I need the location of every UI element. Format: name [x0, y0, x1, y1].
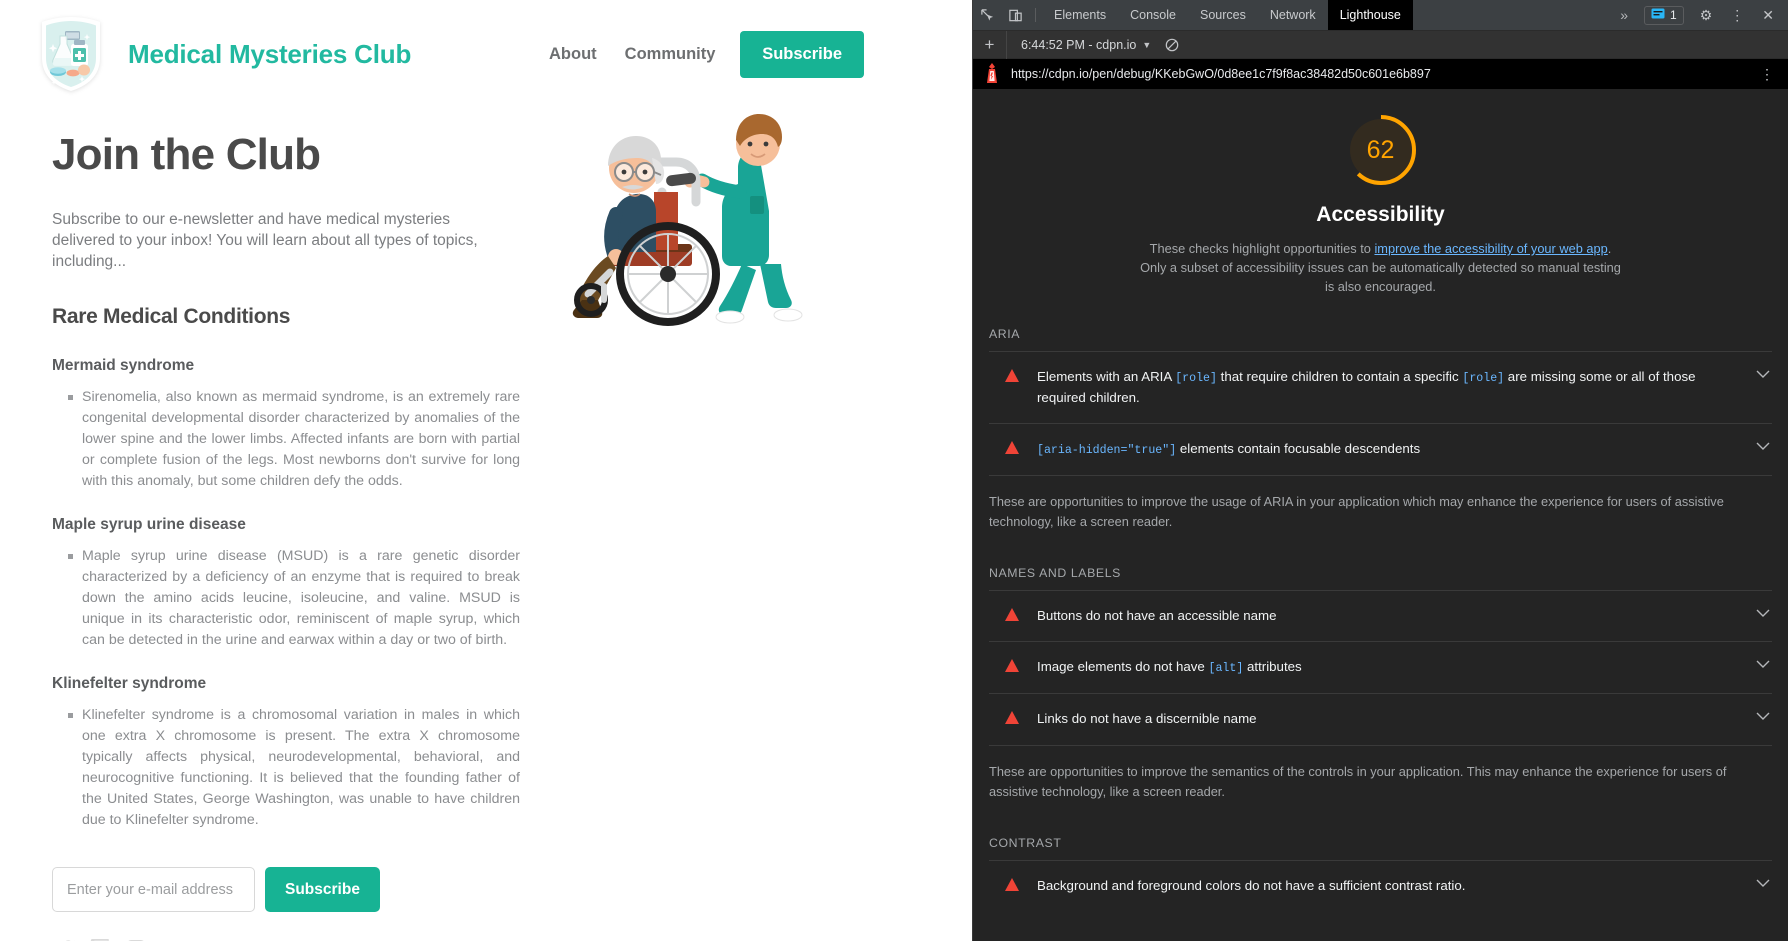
chevron-down-icon[interactable]	[1756, 609, 1770, 618]
new-report-button[interactable]: +	[973, 30, 1007, 59]
device-toolbar-icon[interactable]	[1001, 0, 1029, 30]
audit-text: Links do not have a discernible name	[1037, 711, 1257, 727]
screen: Medical Mysteries Club About Community D…	[0, 0, 1788, 941]
kebab-menu-icon[interactable]: ⋮	[1722, 7, 1752, 24]
audit-code: [alt]	[1208, 662, 1244, 676]
audit-row[interactable]: Links do not have a discernible name	[989, 693, 1772, 745]
section-title-names-and-labels: NAMES AND LABELS	[989, 565, 1121, 580]
nav-item-about[interactable]: About	[549, 45, 597, 64]
condition-block: Maple syrup urine disease Maple syrup ur…	[52, 516, 520, 651]
warning-triangle-icon	[1005, 711, 1019, 725]
score-gauge-wrap: 62 Accessibility These checks highlight …	[989, 89, 1772, 297]
tab-sources[interactable]: Sources	[1188, 0, 1258, 30]
gear-icon[interactable]: ⚙	[1692, 7, 1721, 24]
chevron-down-icon[interactable]	[1756, 442, 1770, 451]
accessibility-score: 62	[1366, 135, 1395, 164]
audit-title: Elements with an ARIA [role] that requir…	[1037, 367, 1738, 409]
chevron-down-icon[interactable]	[1756, 660, 1770, 669]
audit-row[interactable]: [aria-hidden="true"] elements contain fo…	[989, 423, 1772, 475]
audit-title: Image elements do not have [alt] attribu…	[1037, 657, 1738, 678]
issues-count: 1	[1670, 8, 1677, 22]
audit-text: elements contain focusable descendents	[1176, 441, 1421, 457]
condition-body: Sirenomelia, also known as mermaid syndr…	[68, 387, 520, 492]
subscribe-header-button[interactable]: Subscribe	[740, 31, 864, 78]
condition-body: Klinefelter syndrome is a chromosomal va…	[68, 705, 520, 831]
category-description: These checks highlight opportunities to …	[1136, 239, 1626, 297]
kebab-menu-icon[interactable]: ⋮	[1752, 66, 1782, 83]
condition-title: Klinefelter syndrome	[52, 674, 207, 692]
website-viewport: Medical Mysteries Club About Community D…	[0, 0, 972, 941]
email-input[interactable]	[52, 867, 255, 913]
warning-triangle-icon	[1005, 607, 1019, 621]
lighthouse-toolbar: + 6:44:52 PM - cdpn.io ▼	[973, 30, 1788, 59]
audit-code: [role]	[1462, 371, 1505, 385]
nav-item-community[interactable]: Community	[625, 45, 716, 64]
devtools-tabbar-actions: » 1 ⚙ ⋮ ✕	[1612, 0, 1788, 30]
audit-row[interactable]: Elements with an ARIA [role] that requir…	[989, 350, 1772, 424]
audit-text: attributes	[1243, 659, 1302, 675]
brand-title: Medical Mysteries Club	[128, 38, 412, 69]
warning-triangle-icon	[1005, 441, 1019, 455]
accessibility-score-gauge: 62	[1342, 111, 1420, 189]
audit-row[interactable]: Image elements do not have [alt] attribu…	[989, 641, 1772, 693]
audit-text: that require children to contain a speci…	[1216, 368, 1463, 384]
section-footer-aria: These are opportunities to improve the u…	[989, 475, 1772, 536]
medical-shield-badge-icon[interactable]	[34, 14, 108, 94]
more-tabs-icon[interactable]: »	[1612, 7, 1636, 23]
section-footer-names-and-labels: These are opportunities to improve the s…	[989, 744, 1772, 806]
subscribe-form: Subscribe	[52, 867, 938, 913]
audit-text: Background and foreground colors do not …	[1037, 877, 1466, 893]
audit-title: Background and foreground colors do not …	[1037, 876, 1738, 897]
audit-title: [aria-hidden="true"] elements contain fo…	[1037, 439, 1738, 460]
section-title-aria: ARIA	[989, 326, 1021, 341]
audit-row[interactable]: Buttons do not have an accessible name	[989, 589, 1772, 642]
site-header: Medical Mysteries Club About Community D…	[0, 0, 972, 108]
close-icon[interactable]: ✕	[1754, 7, 1782, 24]
report-run-selector[interactable]: 6:44:52 PM - cdpn.io	[1007, 38, 1142, 52]
audit-row[interactable]: Background and foreground colors do not …	[989, 859, 1772, 912]
audit-code: [aria-hidden="true"]	[1037, 444, 1177, 458]
condition-block: Mermaid syndrome Sirenomelia, also known…	[52, 357, 520, 492]
inspect-element-icon[interactable]	[973, 0, 1001, 30]
tab-lighthouse[interactable]: Lighthouse	[1327, 0, 1413, 30]
audit-text: Image elements do not have	[1037, 659, 1209, 675]
lighthouse-report: 62 Accessibility These checks highlight …	[973, 89, 1788, 941]
devtools-tabbar: Elements Console Sources Network Lightho…	[973, 0, 1788, 31]
category-title: Accessibility	[1316, 203, 1445, 226]
condition-block: Klinefelter syndrome Klinefelter syndrom…	[52, 675, 520, 831]
accessibility-docs-link[interactable]: improve the accessibility of your web ap…	[1374, 241, 1607, 256]
tab-elements[interactable]: Elements	[1042, 0, 1118, 30]
chevron-down-icon[interactable]	[1756, 370, 1770, 379]
issues-icon	[1651, 8, 1665, 23]
condition-title: Maple syrup urine disease	[52, 515, 246, 533]
category-description-before: These checks highlight opportunities to	[1149, 241, 1375, 256]
warning-triangle-icon	[1005, 368, 1019, 382]
devtools-panel: Elements Console Sources Network Lightho…	[972, 0, 1788, 941]
tab-network[interactable]: Network	[1258, 0, 1328, 30]
report-url: https://cdpn.io/pen/debug/KKebGwO/0d8ee1…	[1011, 67, 1431, 81]
chevron-down-icon[interactable]	[1756, 712, 1770, 721]
issues-counter[interactable]: 1	[1644, 5, 1684, 25]
audit-text: Buttons do not have an accessible name	[1037, 607, 1277, 623]
audit-title: Buttons do not have an accessible name	[1037, 606, 1738, 627]
subscribe-submit-button[interactable]: Subscribe	[265, 867, 380, 913]
chevron-down-icon[interactable]: ▼	[1142, 40, 1159, 50]
report-url-bar: https://cdpn.io/pen/debug/KKebGwO/0d8ee1…	[973, 59, 1788, 89]
chevron-down-icon[interactable]	[1756, 879, 1770, 888]
nurse-pushing-elderly-man-in-wheelchair-illustration	[544, 96, 844, 346]
warning-triangle-icon	[1005, 877, 1019, 891]
intro-paragraph: Subscribe to our e-newsletter and have m…	[52, 211, 478, 270]
tab-console[interactable]: Console	[1118, 0, 1188, 30]
no-entry-icon[interactable]	[1159, 38, 1185, 52]
lighthouse-logo-icon	[983, 63, 1001, 85]
condition-body: Maple syrup urine disease (MSUD) is a ra…	[68, 546, 520, 651]
section-title-contrast: CONTRAST	[989, 835, 1062, 850]
condition-title: Mermaid syndrome	[52, 356, 195, 374]
divider	[1035, 8, 1036, 22]
audit-title: Links do not have a discernible name	[1037, 709, 1738, 730]
audit-code: [role]	[1175, 371, 1217, 385]
audit-text: Elements with an ARIA	[1037, 368, 1176, 384]
warning-triangle-icon	[1005, 659, 1019, 673]
